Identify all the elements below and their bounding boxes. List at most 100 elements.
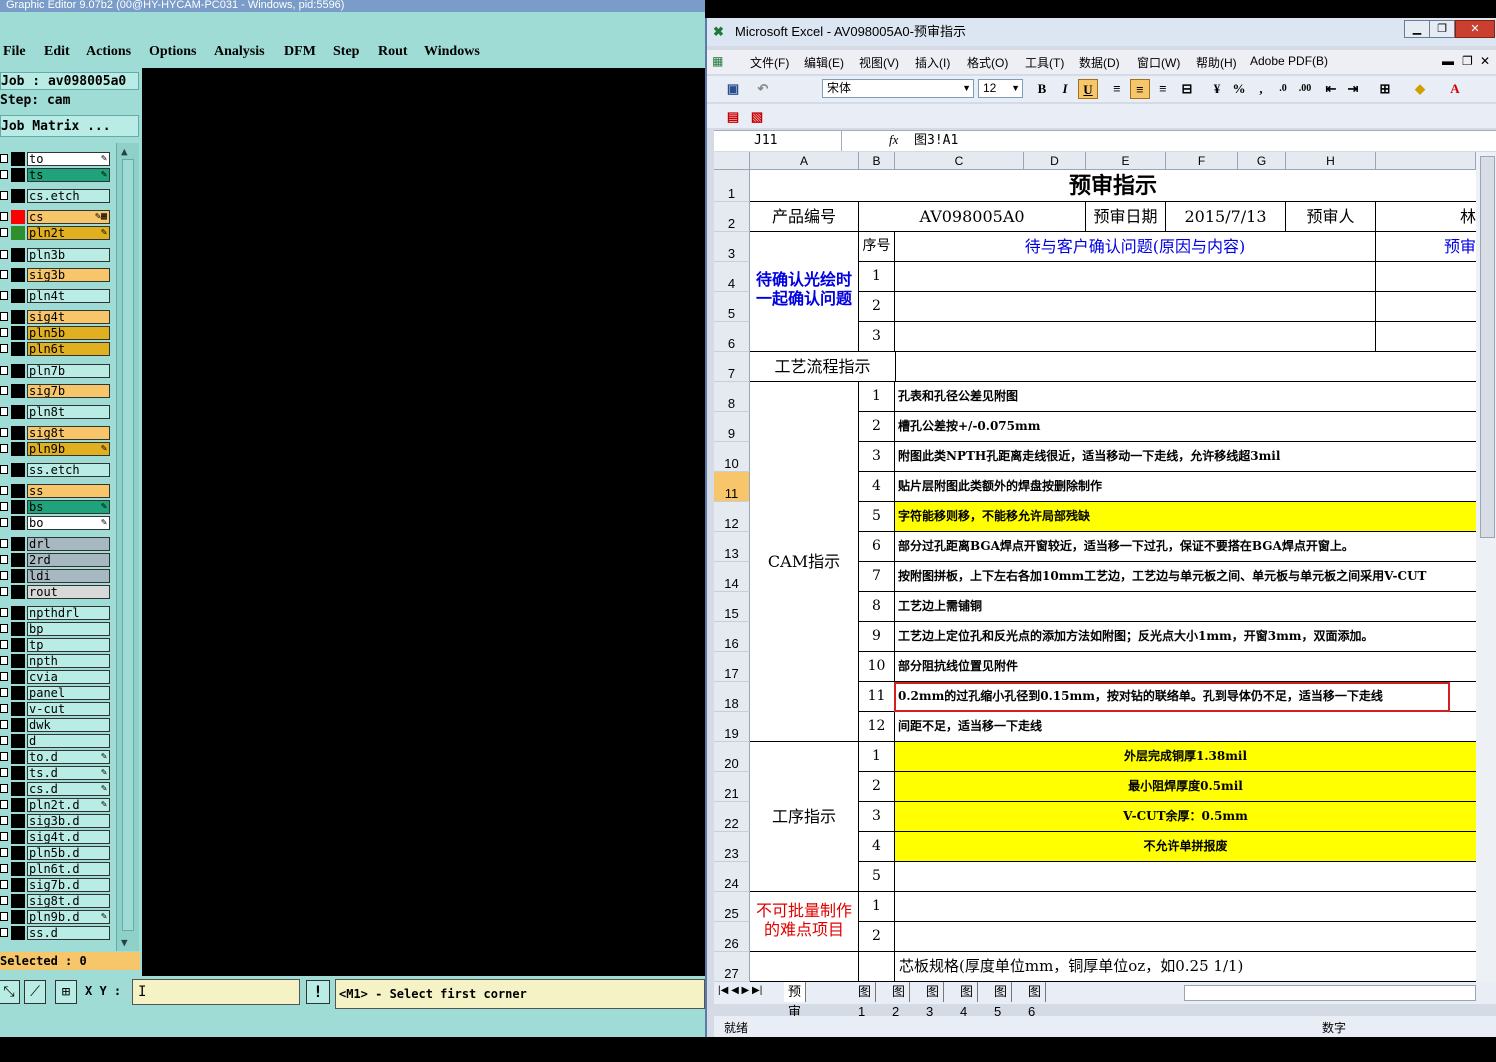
cam-item[interactable]: 字符能移则移，不能移允许局部残缺 [895, 502, 1476, 532]
layer-color-swatch[interactable] [11, 364, 25, 378]
layer-name[interactable]: to.d ✎ [27, 750, 110, 764]
layer-row[interactable]: pln4t [0, 289, 112, 303]
horizontal-scrollbar[interactable] [1184, 985, 1476, 1001]
layer-name[interactable]: pln2t ✎ [27, 226, 110, 240]
cam-item[interactable]: 按附图拼板，上下左右各加10mm工艺边，工艺边与单元板之间、单元板与单元板之间采… [895, 562, 1476, 592]
layer-checkbox[interactable] [0, 880, 8, 889]
layer-name[interactable]: d [27, 734, 110, 748]
xl-menu-data[interactable]: 数据(D) [1079, 54, 1120, 71]
layer-color-swatch[interactable] [11, 569, 25, 583]
bold-icon[interactable]: B [1032, 79, 1052, 99]
layer-row[interactable]: pln8t [0, 405, 112, 419]
sheet-tab[interactable]: 图1 [854, 982, 877, 1019]
layer-color-swatch[interactable] [11, 638, 25, 652]
row-header[interactable]: 23 [714, 832, 750, 862]
layer-name[interactable]: bo ✎ [27, 516, 110, 530]
layer-checkbox[interactable] [0, 250, 8, 259]
menu-file[interactable]: File [3, 44, 26, 60]
review-date-value[interactable]: 2015/7/13 [1166, 202, 1286, 232]
col-header-g[interactable]: G [1238, 152, 1286, 170]
layer-color-swatch[interactable] [11, 750, 25, 764]
row-header[interactable]: 18 [714, 682, 750, 712]
xl-menu-help[interactable]: 帮助(H) [1196, 54, 1237, 71]
cam-item[interactable]: 贴片层附图此类额外的焊盘按删除制作 [895, 472, 1476, 502]
cam-seq[interactable]: 9 [859, 622, 895, 652]
fx-icon[interactable]: fx [889, 132, 898, 148]
proc-label[interactable]: 工序指示 [750, 742, 859, 892]
cam-item[interactable]: 工艺边上需铺铜 [895, 592, 1476, 622]
confirm-header-right[interactable]: 预审 [1376, 232, 1476, 262]
r27-a[interactable] [750, 952, 859, 982]
menu-windows[interactable]: Windows [424, 44, 480, 60]
sheet-tab[interactable]: 图5 [990, 982, 1013, 1019]
layer-checkbox[interactable] [0, 816, 8, 825]
layer-row[interactable]: dwk [0, 718, 112, 732]
scroll-thumb[interactable] [122, 159, 134, 931]
layer-color-swatch[interactable] [11, 326, 25, 340]
xl-menu-adobe[interactable]: Adobe PDF(B) [1250, 54, 1328, 68]
col-header-c[interactable]: C [895, 152, 1024, 170]
row-header[interactable]: 21 [714, 772, 750, 802]
layer-row[interactable]: sig3b [0, 268, 112, 282]
layer-color-swatch[interactable] [11, 734, 25, 748]
layer-color-swatch[interactable] [11, 516, 25, 530]
flow-label[interactable]: 工艺流程指示 [750, 352, 895, 382]
spreadsheet-grid[interactable]: A B C D E F G H 1 2 3 4 5 6 7 8 9 10 11 12 13 14 15 16 1… [714, 152, 1476, 982]
layer-checkbox[interactable] [0, 752, 8, 761]
layer-name[interactable]: pln7b [27, 364, 110, 378]
layer-row[interactable]: pln7b [0, 364, 112, 378]
layer-color-swatch[interactable] [11, 670, 25, 684]
confirm-content[interactable] [895, 292, 1376, 322]
layer-color-swatch[interactable] [11, 310, 25, 324]
layer-row[interactable]: npthdrl [0, 606, 112, 620]
cam-item[interactable]: 工艺边上定位孔和反光点的添加方法如附图；反光点大小1mm，开窗3mm，双面添加。 [895, 622, 1476, 652]
layer-row[interactable]: pln2t ✎ [0, 226, 112, 240]
layer-checkbox[interactable] [0, 312, 8, 321]
vertical-scrollbar[interactable] [1476, 152, 1496, 982]
layer-row[interactable]: tp [0, 638, 112, 652]
layer-name[interactable]: cs.d ✎ [27, 782, 110, 796]
layer-name[interactable]: ldi [27, 569, 110, 583]
row-header[interactable]: 4 [714, 262, 750, 292]
menu-actions[interactable]: Actions [86, 44, 131, 60]
col-header-d[interactable]: D [1024, 152, 1086, 170]
layer-name[interactable]: sig7b [27, 384, 110, 398]
layer-name[interactable]: sig8t.d [27, 894, 110, 908]
proc-item[interactable]: 外层完成铜厚1.38mil [895, 742, 1476, 772]
row-header[interactable]: 5 [714, 292, 750, 322]
proc-seq[interactable]: 1 [859, 742, 895, 772]
layer-checkbox[interactable] [0, 928, 8, 937]
row-header[interactable]: 22 [714, 802, 750, 832]
row-header[interactable]: 8 [714, 382, 750, 412]
scroll-up-icon[interactable]: ▲ [121, 145, 128, 158]
layer-checkbox[interactable] [0, 170, 8, 179]
layer-name[interactable]: npthdrl [27, 606, 110, 620]
sheet-tab[interactable]: 图3 [922, 982, 945, 1019]
layer-checkbox[interactable] [0, 672, 8, 681]
col-header-f[interactable]: F [1166, 152, 1238, 170]
cam-item[interactable]: 部分过孔距离BGA焊点开窗较近，适当移一下过孔，保证不要搭在BGA焊点开窗上。 [895, 532, 1476, 562]
confirm-extra[interactable] [1376, 262, 1476, 292]
align-left-icon[interactable]: ≡ [1107, 79, 1127, 99]
layer-color-swatch[interactable] [11, 622, 25, 636]
layer-row[interactable]: sig7b.d [0, 878, 112, 892]
cam-item[interactable]: 部分阻抗线位置见附件 [895, 652, 1476, 682]
layer-name[interactable]: rout [27, 585, 110, 599]
row-header[interactable]: 1 [714, 170, 750, 202]
cam-item[interactable]: 槽孔公差按+/-0.075mm [895, 412, 1476, 442]
product-no-label[interactable]: 产品编号 [750, 202, 859, 232]
layer-row[interactable]: bp [0, 622, 112, 636]
fill-color-icon[interactable]: ◆ [1410, 79, 1430, 99]
layer-name[interactable]: pln8t [27, 405, 110, 419]
xl-menu-file[interactable]: 文件(F) [750, 54, 789, 71]
proc-seq[interactable]: 2 [859, 772, 895, 802]
layer-color-swatch[interactable] [11, 926, 25, 940]
layer-color-swatch[interactable] [11, 384, 25, 398]
merge-icon[interactable]: ⊟ [1177, 79, 1197, 99]
layer-name[interactable]: bs ✎ [27, 500, 110, 514]
layer-checkbox[interactable] [0, 768, 8, 777]
layer-row[interactable]: to ✎ [0, 152, 112, 166]
layer-row[interactable]: v-cut [0, 702, 112, 716]
layer-row[interactable]: bs ✎ [0, 500, 112, 514]
doc-close-icon[interactable]: ✕ [1480, 54, 1490, 68]
